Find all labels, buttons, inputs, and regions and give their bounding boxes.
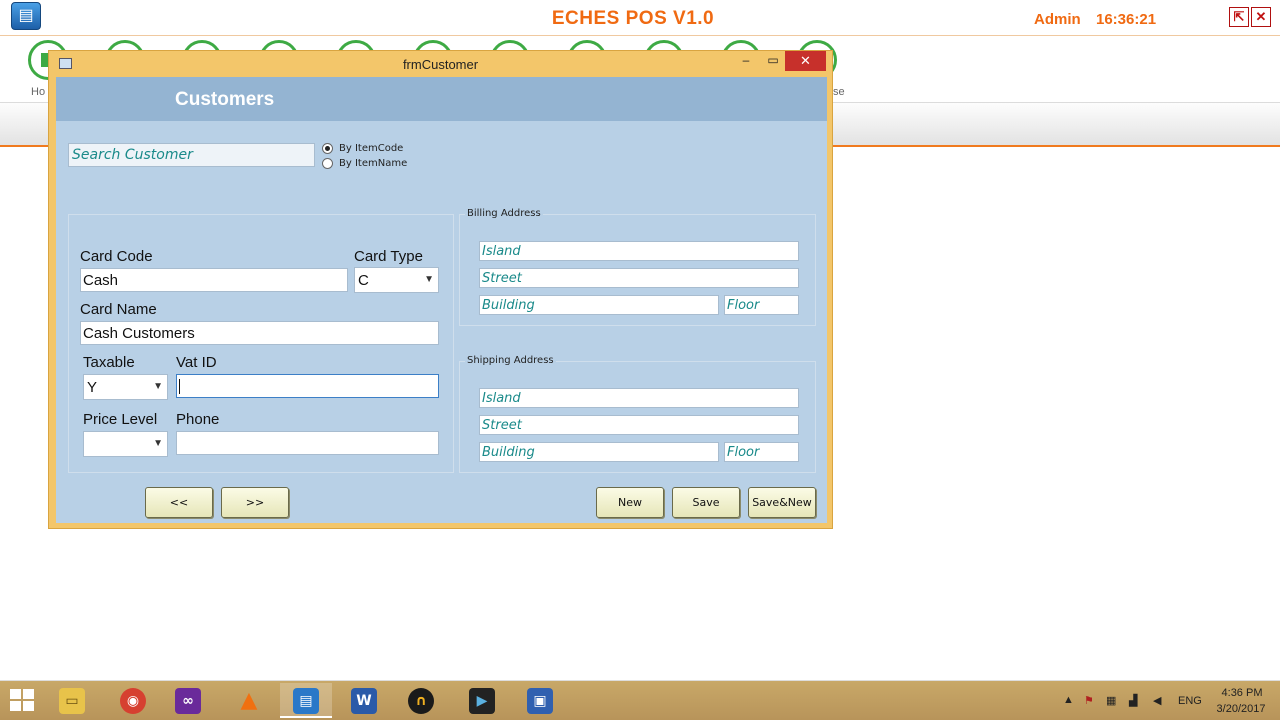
chrome-icon: ◉ [120,688,146,714]
radio-label-itemname: By ItemName [339,158,408,169]
app-clock: 16:36:21 [1096,11,1157,28]
taskbar-word[interactable]: W [338,683,390,718]
shipping-floor-field[interactable]: Floor [724,442,799,462]
card-type-select[interactable]: C ▼ [354,267,439,293]
minimize-icon[interactable]: – [739,53,753,71]
close-button[interactable]: ✕ [785,51,826,71]
price-level-label: Price Level [83,411,158,428]
customer-dialog: frmCustomer – ▭ ✕ Customers By ItemCode … [48,50,833,529]
text-caret [179,379,180,394]
app-dark-icon: ▶ [469,688,495,714]
billing-floor-field[interactable]: Floor [724,295,799,315]
card-type-value: C [358,272,369,289]
shipping-building-field[interactable]: Building [479,442,719,462]
dialog-body: Customers By ItemCode By ItemName Card C… [56,77,827,523]
phone-field[interactable] [176,431,439,455]
form-header: Customers [56,77,827,121]
chevron-down-icon: ▼ [424,274,434,285]
shipping-address-caption: Shipping Address [465,355,556,366]
radio-by-itemname[interactable]: By ItemName [322,158,407,169]
taskbar-app-dark[interactable]: ▶ [456,683,508,718]
card-code-label: Card Code [80,248,153,265]
chevron-down-icon: ▼ [153,381,163,392]
radio-label-itemcode: By ItemCode [339,143,404,154]
search-customer-input[interactable] [68,143,315,167]
toolbar-label-home: Ho [31,86,46,98]
vlc-cone-icon: ▲ [240,688,258,713]
app-title-bar: ▤ ECHES POS V1.0 Admin 16:36:21 ⇱ ✕ [0,0,1280,36]
app-close-icon[interactable]: ✕ [1251,7,1271,27]
taskbar-vlc[interactable]: ▲ [223,683,275,718]
taskbar-visual-studio[interactable]: ∞ [162,683,214,718]
radio-selected-icon[interactable] [322,143,333,154]
taskbar-remote-app[interactable]: ▣ [514,683,566,718]
vat-id-field[interactable] [176,374,439,398]
phone-label: Phone [176,411,220,428]
logged-in-user: Admin [1034,11,1081,28]
customer-details-group: Card Code Cash Card Type C ▼ Card Name C… [68,214,454,473]
headphones-icon: ∩ [408,688,434,714]
price-level-select[interactable]: ▼ [83,431,168,457]
maximize-icon[interactable]: ▭ [766,53,780,71]
card-name-label: Card Name [80,301,157,318]
toolbar-label-last: se [833,86,845,98]
billing-street-field[interactable]: Street [479,268,799,288]
taxable-value: Y [87,379,98,396]
tray-language[interactable]: ENG [1178,695,1202,707]
visual-studio-icon: ∞ [175,688,201,714]
taxable-label: Taxable [83,354,135,371]
save-and-new-button[interactable]: Save&New [748,487,816,518]
tray-volume-icon[interactable]: ◀ [1153,694,1161,707]
save-button[interactable]: Save [672,487,740,518]
shipping-street-field[interactable]: Street [479,415,799,435]
dialog-title: frmCustomer [402,57,479,72]
card-type-label: Card Type [354,248,423,265]
chevron-down-icon: ▼ [153,438,163,449]
billing-address-caption: Billing Address [465,208,543,219]
folder-icon: ▭ [59,688,85,714]
previous-record-button[interactable]: << [145,487,213,518]
taskbar-file-explorer[interactable]: ▭ [46,683,98,718]
windows-taskbar: ▭ ◉ ∞ ▲ ▤ W ∩ ▶ ▣ ▲ ⚑ ▦ ▟ ◀ ENG 4:36 PM … [0,681,1280,720]
word-icon: W [351,688,377,714]
new-button[interactable]: New [596,487,664,518]
card-code-field[interactable]: Cash [80,268,348,292]
app-restore-icon[interactable]: ⇱ [1229,7,1249,27]
tray-time[interactable]: 4:36 PM [1218,687,1266,699]
vat-id-label: Vat ID [176,354,217,371]
taxable-select[interactable]: Y ▼ [83,374,168,400]
tray-expand-icon[interactable]: ▲ [1063,694,1074,706]
windows-start-icon[interactable] [10,689,36,713]
taskbar-audio-app[interactable]: ∩ [395,683,447,718]
taskbar-chrome[interactable]: ◉ [107,683,159,718]
tray-date[interactable]: 3/20/2017 [1214,703,1268,715]
taskbar-eches-pos[interactable]: ▤ [280,683,332,718]
radio-by-itemcode[interactable]: By ItemCode [322,143,403,154]
billing-island-field[interactable]: Island [479,241,799,261]
next-record-button[interactable]: >> [221,487,289,518]
tray-flag-icon[interactable]: ⚑ [1084,694,1094,707]
billing-building-field[interactable]: Building [479,295,719,315]
radio-unselected-icon[interactable] [322,158,333,169]
pos-app-icon: ▤ [293,688,319,714]
card-name-field[interactable]: Cash Customers [80,321,439,345]
tray-signal-icon[interactable]: ▟ [1129,694,1137,707]
remote-desktop-icon: ▣ [527,688,553,714]
shipping-island-field[interactable]: Island [479,388,799,408]
tray-network-error-icon[interactable]: ▦ [1106,694,1116,707]
dialog-title-bar[interactable]: frmCustomer – ▭ ✕ [49,51,832,77]
form-title: Customers [175,89,275,110]
